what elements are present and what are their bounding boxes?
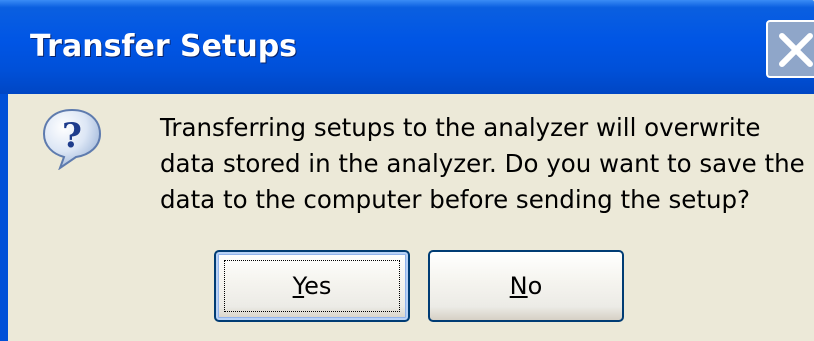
focus-ring	[224, 260, 400, 312]
dialog-message: Transferring setups to the analyzer will…	[160, 110, 814, 218]
transfer-setups-dialog: Transfer Setups ? Transferring setups to…	[0, 0, 814, 341]
close-button[interactable]	[766, 20, 814, 78]
no-button[interactable]: No	[428, 250, 624, 322]
dialog-body: ? Transferring setups to the analyzer wi…	[8, 94, 814, 341]
window-frame-left	[0, 94, 8, 341]
title-bar[interactable]: Transfer Setups	[0, 0, 814, 94]
message-line-3: data to the computer before sending the …	[160, 185, 751, 214]
no-button-label: No	[509, 272, 543, 300]
question-icon: ?	[42, 108, 102, 170]
yes-button[interactable]: Yes	[214, 250, 410, 322]
message-line-2: data stored in the analyzer. Do you want…	[160, 149, 805, 178]
close-icon	[779, 33, 813, 67]
message-line-1: Transferring setups to the analyzer will…	[160, 113, 761, 142]
svg-text:?: ?	[62, 116, 82, 156]
window-title: Transfer Setups	[30, 29, 298, 64]
